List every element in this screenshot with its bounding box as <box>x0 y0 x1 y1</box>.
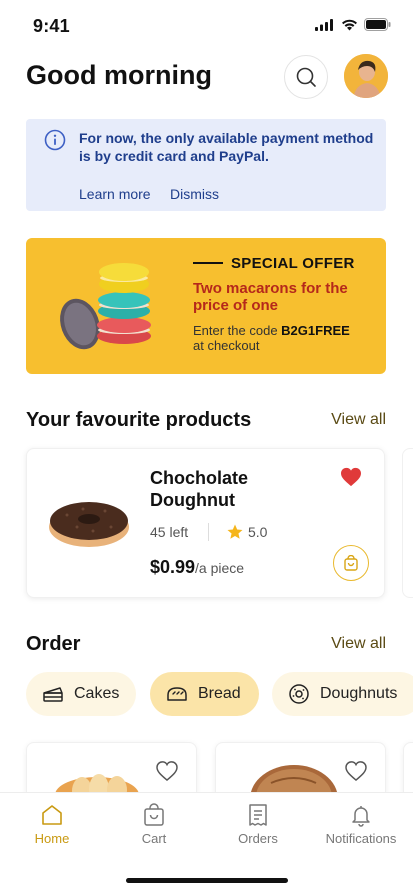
page-title: Good morning <box>26 60 212 90</box>
promo-code: B2G1FREE <box>281 323 350 338</box>
tab-orders[interactable]: Orders <box>230 803 286 846</box>
offer-desc-suffix: at checkout <box>193 338 260 353</box>
offer-eyebrow: SPECIAL OFFER <box>231 255 355 272</box>
add-to-cart-button[interactable] <box>333 545 369 581</box>
favourite-product-card-next[interactable] <box>402 448 413 598</box>
status-time: 9:41 <box>33 16 70 36</box>
special-offer-banner[interactable]: SPECIAL OFFER Two macarons for the price… <box>26 238 386 374</box>
tab-label: Notifications <box>325 831 397 846</box>
offer-headline: Two macarons for the price of one <box>193 280 348 314</box>
product-name: Chocholate Doughnut <box>150 468 249 510</box>
offer-desc-prefix: Enter the code <box>193 323 282 338</box>
cart-icon <box>144 803 164 826</box>
tab-label: Orders <box>238 831 278 846</box>
star-icon <box>227 524 243 539</box>
avatar-photo <box>344 54 388 98</box>
price-unit: /a piece <box>195 560 245 576</box>
status-bar: 9:41 <box>0 0 413 52</box>
heart-filled-icon[interactable] <box>340 467 362 487</box>
notice-text: For now, the only available payment meth… <box>79 130 374 164</box>
home-indicator <box>126 878 288 883</box>
chip-label: Doughnuts <box>320 685 398 702</box>
doughnut-icon <box>289 684 309 704</box>
status-icons <box>315 18 391 31</box>
favourites-title: Your favourite products <box>26 409 252 431</box>
tab-label: Cart <box>141 831 167 846</box>
avatar[interactable] <box>344 54 388 98</box>
chip-bread[interactable]: Bread <box>150 672 259 716</box>
favourites-view-all-link[interactable]: View all <box>331 411 386 429</box>
macarons-illustration <box>60 263 151 350</box>
meta-divider <box>208 523 209 541</box>
heart-outline-icon[interactable] <box>345 761 367 781</box>
category-chips: Cakes Bread Doughnuts <box>26 672 413 716</box>
tab-cart[interactable]: Cart <box>130 803 178 846</box>
header: Good morning <box>26 54 388 100</box>
cake-icon <box>43 687 63 702</box>
receipt-icon <box>249 804 267 826</box>
chip-label: Cakes <box>74 685 120 702</box>
wifi-icon <box>342 19 357 30</box>
tab-home[interactable]: Home <box>28 803 76 846</box>
favourite-product-card[interactable]: Chocholate Doughnut 45 left 5.0 $0.99/a … <box>26 448 385 598</box>
battery-icon <box>364 18 391 31</box>
order-view-all-link[interactable]: View all <box>331 635 386 653</box>
home-icon <box>42 805 62 825</box>
search-button[interactable] <box>284 55 328 99</box>
tab-notifications[interactable]: Notifications <box>318 803 404 846</box>
bread-icon <box>167 687 187 701</box>
rating-value: 5.0 <box>248 524 268 540</box>
doughnut-image <box>49 502 129 547</box>
offer-description: Enter the code B2G1FREE at checkout <box>193 323 378 353</box>
product-price: $0.99/a piece <box>150 557 244 578</box>
payment-notice: For now, the only available payment meth… <box>26 119 386 211</box>
stock-count: 45 left <box>150 524 189 540</box>
chip-doughnuts[interactable]: Doughnuts <box>272 672 413 716</box>
price-value: $0.99 <box>150 557 196 577</box>
dismiss-button[interactable]: Dismiss <box>170 186 219 202</box>
learn-more-link[interactable]: Learn more <box>79 186 151 202</box>
signal-icon <box>315 18 333 31</box>
info-icon <box>44 129 66 151</box>
chip-label: Bread <box>198 685 241 702</box>
tab-label: Home <box>34 831 70 846</box>
order-title: Order <box>26 633 81 655</box>
chip-cakes[interactable]: Cakes <box>26 672 136 716</box>
shopping-bag-icon <box>344 555 358 571</box>
search-icon <box>296 67 316 87</box>
bell-icon <box>352 806 370 827</box>
heart-outline-icon[interactable] <box>156 761 178 781</box>
offer-divider <box>193 262 223 264</box>
